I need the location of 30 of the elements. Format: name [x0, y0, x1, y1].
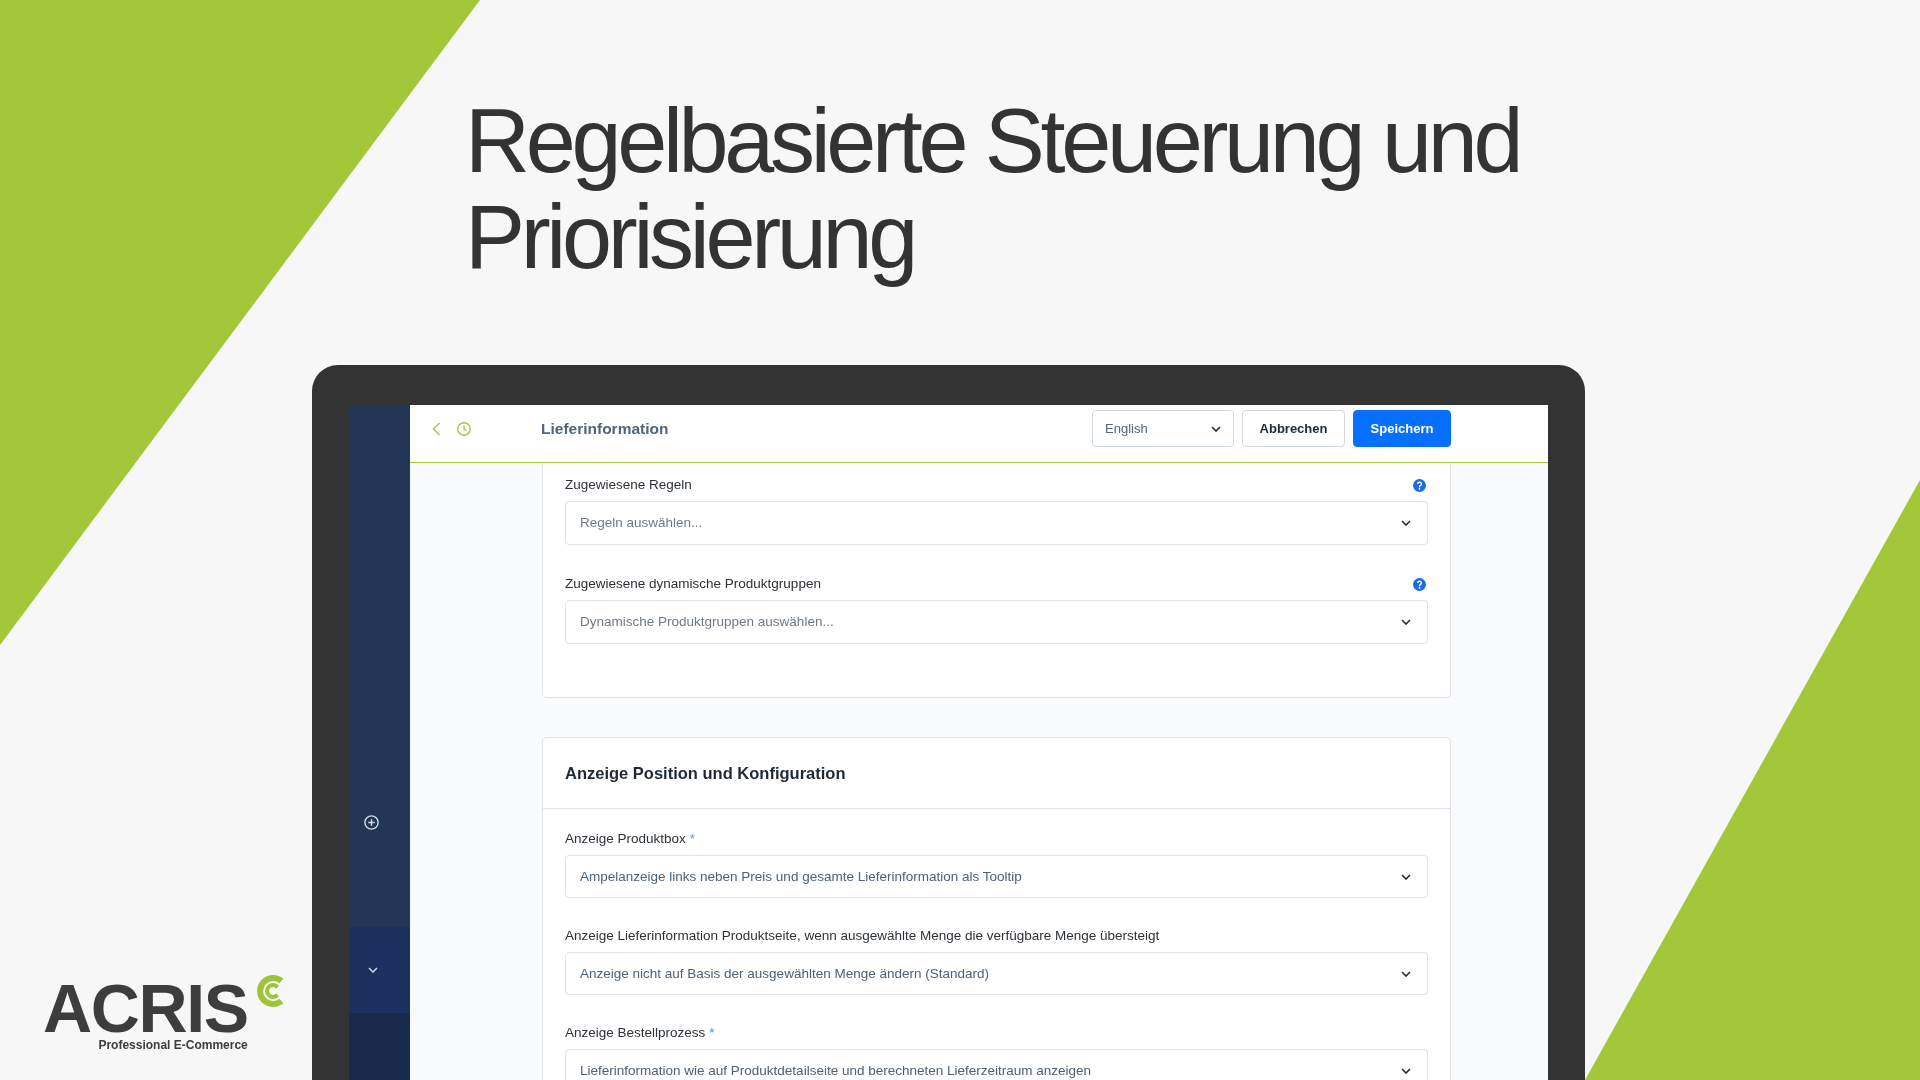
select-field[interactable]: Regeln auswählen... [565, 501, 1428, 545]
language-select[interactable]: English [1092, 410, 1234, 447]
chevron-down-icon [1401, 1067, 1411, 1074]
chevron-down-icon [1401, 520, 1411, 526]
chevron-down-icon [1401, 873, 1411, 880]
cancel-button[interactable]: Abbrechen [1242, 410, 1345, 447]
field-label: Anzeige Bestellprozess [565, 1023, 706, 1042]
save-button[interactable]: Speichern [1353, 410, 1451, 447]
page-title: Lieferinformation [541, 418, 669, 439]
select-field[interactable]: Anzeige nicht auf Basis der ausgewählten Menge ändern (Standard) [565, 952, 1428, 995]
field-label: Zugewiesene Regeln [565, 475, 692, 494]
chevron-down-icon [1401, 619, 1411, 625]
select-field[interactable]: Dynamische Produktgruppen auswählen... [565, 600, 1428, 644]
help-icon[interactable] [1413, 478, 1426, 492]
chevron-down-icon [1401, 970, 1411, 977]
chevron-down-icon [1211, 425, 1221, 432]
required-mark: * [689, 829, 696, 848]
help-icon[interactable] [1413, 577, 1426, 591]
headline: Regelbasierte Steuerung und Priorisierung [465, 93, 1521, 285]
required-mark: * [709, 1023, 715, 1042]
select-field[interactable]: Ampelanzeige links neben Preis und gesamte Lieferinformation als Tooltip [565, 855, 1428, 898]
field-label: Anzeige Produktbox [565, 829, 686, 848]
sidebar-footer [349, 1013, 410, 1080]
plus-circle-icon[interactable] [364, 815, 379, 830]
chevron-down-icon [368, 967, 378, 973]
logo-tagline: Professional E-Commerce [98, 1038, 248, 1052]
field-label: Zugewiesene dynamische Produktgruppen [565, 574, 821, 593]
section-title: Anzeige Position und Konfiguration [565, 762, 846, 784]
select-field[interactable]: Lieferinformation wie auf Produktdetailseite und berechneten Lieferzeitraum anzeigen [565, 1049, 1428, 1080]
field-label: Anzeige Lieferinformation Produktseite, wenn ausgewählte Menge die verfügbare Menge übersteigt [565, 926, 1160, 945]
